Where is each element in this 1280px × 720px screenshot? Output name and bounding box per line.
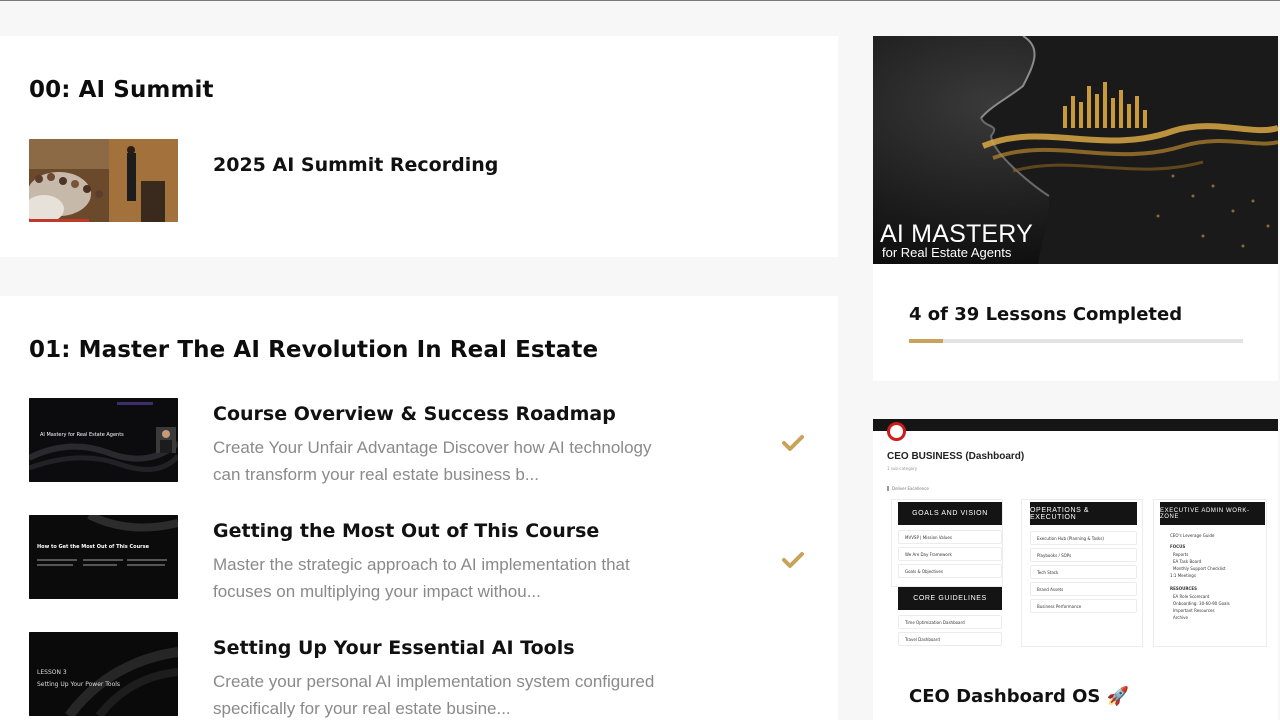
preview-item: Reports [1173,552,1189,557]
progress-bar [909,339,1243,343]
preview-item: FOCUS [1170,544,1186,549]
section-title: 00: AI Summit [29,77,214,103]
thumb-heading: Setting Up Your Power Tools [37,681,121,688]
preview-item: Archive [1173,615,1188,620]
progress-text: 4 of 39 Lessons Completed [909,304,1183,325]
hero-subtitle: for Real Estate Agents [882,245,1012,260]
lesson-thumbnail[interactable]: How to Get the Most Out of This Course [29,515,178,599]
preview-item: Goals & Objectives [898,564,1002,578]
preview-item: Playbooks / SOPs [1030,548,1137,562]
preview-column-heading: EXECUTIVE ADMIN WORK-ZONE [1160,502,1265,525]
lesson-thumbnail[interactable] [29,139,178,222]
dashboard-preview-image[interactable]: CEO BUSINESS (Dashboard) 1 sub-category … [873,419,1278,647]
preview-item: Travel Dashboard [898,632,1002,646]
lesson-description: Create your personal AI implementation s… [213,672,655,718]
dashboard-card-title[interactable]: CEO Dashboard OS 🚀 [909,686,1129,707]
preview-item: Important Resources [1173,608,1215,613]
preview-column-heading: OPERATIONS & EXECUTION [1030,502,1137,525]
preview-subtitle: 1 sub-category [887,466,918,471]
summit-photo [29,139,178,222]
lesson-thumbnail[interactable]: AI Mastery for Real Estate Agents [29,398,178,482]
preview-item: We Are Day Framework [898,547,1002,561]
preview-item: Tech Stack [1030,565,1137,579]
completed-check-icon [782,435,804,451]
lesson-title[interactable]: Course Overview & Success Roadmap [213,403,616,425]
lesson-title[interactable]: Setting Up Your Essential AI Tools [213,637,575,659]
preview-item: Business Performance [1030,599,1137,613]
preview-item: Execution Hub (Planning & Tasks) [1030,531,1137,545]
thumb-heading: How to Get the Most Out of This Course [37,544,149,550]
thumb-art [29,515,178,599]
preview-item: MVVSP | Mission Values [898,530,1002,544]
preview-item: EA Role Scorecard [1173,594,1210,599]
progress-bar-fill [909,339,944,343]
preview-item: Onboarding: 30-60-90 Goals [1173,601,1230,606]
top-divider [0,0,1280,1]
lesson-description: Create Your Unfair Advantage Discover ho… [213,438,652,484]
preview-item: EA Task Board [1173,559,1202,564]
lesson-title[interactable]: 2025 AI Summit Recording [213,154,498,176]
preview-item: CEO's Leverage Guide [1170,533,1215,538]
thumb-art [29,398,178,482]
course-hero-image[interactable]: AI MASTERY for Real Estate Agents [873,36,1278,264]
lesson-title[interactable]: Getting the Most Out of This Course [213,520,599,542]
preview-banner: Deliver Excellence [887,486,929,491]
lesson-thumbnail[interactable]: LESSON 3 Setting Up Your Power Tools [29,632,178,716]
preview-guidelines-heading: CORE GUIDELINES [898,587,1002,610]
preview-item: Monthly Support Checklist [1173,566,1226,571]
preview-item: Time Optimization Dashboard [898,615,1002,629]
preview-item: 1:1 Meetings [1170,573,1196,578]
completed-check-icon [782,552,804,568]
preview-item: Brand Assets [1030,582,1137,596]
record-indicator-icon [887,422,906,441]
section-title: 01: Master The AI Revolution In Real Est… [29,337,599,363]
preview-top-band [873,419,1278,431]
lesson-description: Master the strategic approach to AI impl… [213,555,630,601]
preview-item: RESOURCES [1170,586,1197,591]
preview-column-heading: GOALS AND VISION [898,502,1002,525]
preview-title: CEO BUSINESS (Dashboard) [887,451,1025,462]
thumb-lesson-number: LESSON 3 [37,669,67,676]
thumb-heading: AI Mastery for Real Estate Agents [40,432,124,438]
